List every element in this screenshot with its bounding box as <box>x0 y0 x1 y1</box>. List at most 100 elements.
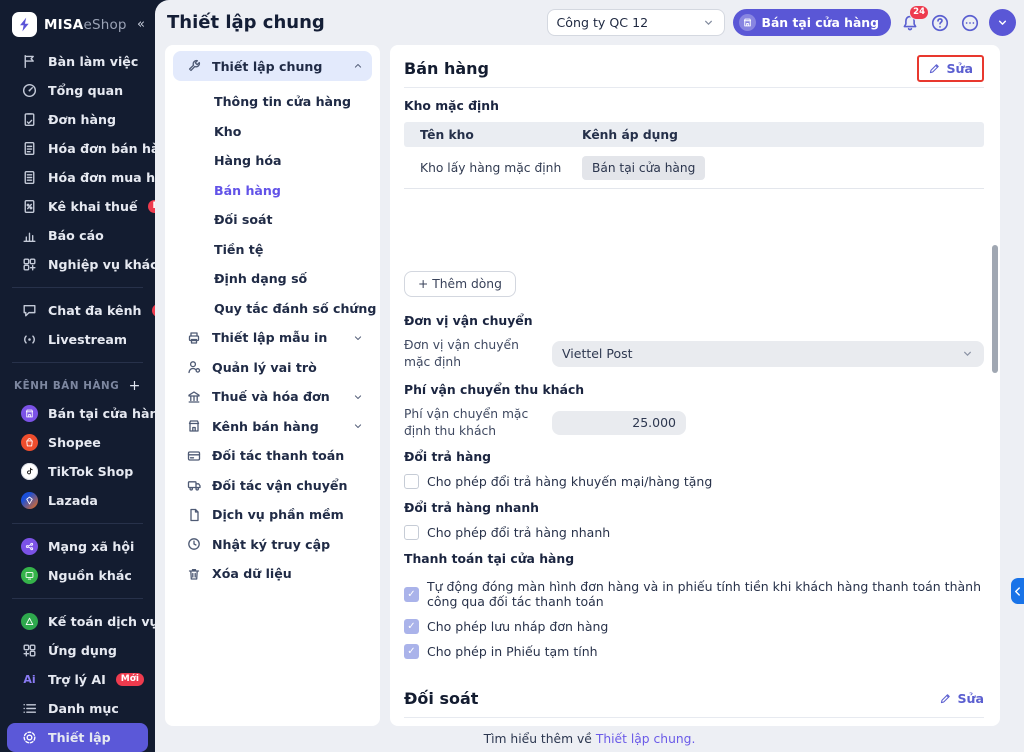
sidebar-item-ke-toan-dich-vu[interactable]: Kế toán dịch vụ <box>7 607 155 636</box>
sidebar-item-danh-muc[interactable]: Danh mục <box>7 694 148 723</box>
notifications-bell-icon[interactable]: 24 <box>899 4 929 34</box>
item-icon <box>21 256 38 273</box>
shipping-carrier-select[interactable]: Viettel Post <box>552 340 984 367</box>
divider <box>12 362 143 364</box>
item-label: Quản lý vai trò <box>212 359 317 375</box>
brand: MISAeShop « <box>0 8 155 47</box>
sidebar-item-livestream[interactable]: Livestream <box>7 325 148 354</box>
edit-reconciliation-button[interactable]: Sửa <box>939 691 984 706</box>
item-label: Tiền tệ <box>214 241 264 257</box>
section-label: KÊNH BÁN HÀNG <box>14 380 120 393</box>
settings-item-quy-tac-danh-so-chung-tu[interactable]: Quy tắc đánh số chứng từ <box>173 294 380 324</box>
settings-item-thiet-lap-chung[interactable]: Thiết lập chung <box>173 51 372 81</box>
vertical-scrollbar[interactable] <box>992 245 998 373</box>
item-icon <box>21 82 38 99</box>
divider <box>404 717 984 719</box>
item-icon <box>21 462 38 480</box>
pencil-icon <box>930 63 940 73</box>
checkbox-print-provisional[interactable] <box>404 644 419 660</box>
item-label: Kế toán dịch vụ <box>48 613 155 629</box>
sidebar-item-hoa-don-mua-hang[interactable]: Hóa đơn mua hàng <box>7 163 155 192</box>
shipping-fee-input[interactable] <box>552 410 686 435</box>
item-badge: Mới <box>147 200 155 214</box>
checkbox-label: Cho phép in Phiếu tạm tính <box>427 644 598 660</box>
footer-link[interactable]: Thiết lập chung. <box>596 732 696 746</box>
sidebar-item-shopee[interactable]: Shopee <box>7 428 148 457</box>
item-icon <box>186 448 202 464</box>
more-options-icon[interactable] <box>959 12 981 34</box>
collapse-panel-handle[interactable] <box>1011 578 1024 604</box>
sidebar-item-don-hang[interactable]: Đơn hàng <box>7 105 148 134</box>
item-label: Thiết lập chung <box>212 58 323 74</box>
checkbox-quick-returns[interactable] <box>404 525 419 541</box>
settings-item-hang-hoa[interactable]: Hàng hóa <box>173 146 372 176</box>
channel-button[interactable]: Bán tại cửa hàng <box>732 9 891 36</box>
settings-item-thiet-lap-mau-in[interactable]: Thiết lập mẫu in <box>173 323 372 353</box>
app-root: MISAeShop « Bàn làm việc Tổng quan Đơn h… <box>0 0 1024 752</box>
settings-item-ban-hang[interactable]: Bán hàng <box>173 176 372 206</box>
sidebar-item-tro-ly-ai[interactable]: Ai Trợ lý AI Mới <box>7 665 148 694</box>
settings-item-doi-tac-van-chuyen[interactable]: Đối tác vận chuyển <box>173 471 372 501</box>
sidebar-item-bao-cao[interactable]: Báo cáo <box>7 221 148 250</box>
settings-item-dinh-dang-so[interactable]: Định dạng số <box>173 264 372 294</box>
sidebar-item-ban-lam-viec[interactable]: Bàn làm việc <box>7 47 148 76</box>
sidebar-collapse-button[interactable]: « <box>137 17 145 32</box>
settings-item-xoa-du-lieu[interactable]: Xóa dữ liệu <box>173 559 372 589</box>
item-icon <box>21 729 38 746</box>
sidebar-item-ung-dung[interactable]: Ứng dụng <box>7 636 148 665</box>
sidebar-item-ban-tai-cua-hang[interactable]: Bán tại cửa hàng <box>7 399 155 428</box>
checkbox-save-draft-order[interactable] <box>404 619 419 635</box>
add-channel-button[interactable]: + <box>129 378 141 394</box>
checkbox-label: Cho phép đổi trả hàng khuyến mại/hàng tặ… <box>427 474 713 490</box>
sidebar-item-nghiep-vu-khac[interactable]: Nghiệp vụ khác <box>7 250 155 279</box>
settings-item-kho[interactable]: Kho <box>173 117 372 147</box>
item-badge: Mới <box>115 673 145 687</box>
column-header-ten-kho: Tên kho <box>420 127 474 142</box>
edit-sales-button[interactable]: Sửa <box>928 61 973 76</box>
primary-nav: Bàn làm việc Tổng quan Đơn hàng Hóa đơn … <box>0 47 155 752</box>
warehouse-name: Kho lấy hàng mặc định <box>420 160 562 175</box>
sidebar-item-tong-quan[interactable]: Tổng quan <box>7 76 148 105</box>
column-header-kenh-ap-dung: Kênh áp dụng <box>582 127 678 142</box>
item-label: Bàn làm việc <box>48 54 139 70</box>
settings-item-quan-ly-vai-tro[interactable]: Quản lý vai trò <box>173 353 372 383</box>
misa-logo-icon <box>12 12 37 37</box>
settings-item-dich-vu-phan-mem[interactable]: Dịch vụ phần mềm <box>173 500 372 530</box>
item-icon <box>186 477 202 493</box>
item-label: Kho <box>214 123 242 139</box>
sidebar-item-thiet-lap[interactable]: Thiết lập <box>7 723 148 752</box>
checkbox-returns-promo[interactable] <box>404 474 419 490</box>
settings-item-doi-soat[interactable]: Đối soát <box>173 205 372 235</box>
settings-item-kenh-ban-hang[interactable]: Kênh bán hàng <box>173 412 372 442</box>
section-header: KÊNH BÁN HÀNG + <box>0 373 155 399</box>
sidebar-item-tiktok-shop[interactable]: TikTok Shop <box>7 457 148 486</box>
item-icon <box>21 566 38 584</box>
checkbox-auto-close-order[interactable] <box>404 586 419 602</box>
sidebar-item-ke-khai-thue[interactable]: Kê khai thuế Mới <box>7 192 155 221</box>
footer: Tìm hiểu thêm về Thiết lập chung. <box>155 726 1024 752</box>
settings-item-tien-te[interactable]: Tiền tệ <box>173 235 372 265</box>
company-selector[interactable]: Công ty QC 12 <box>546 9 725 36</box>
settings-item-nhat-ky-truy-cap[interactable]: Nhật ký truy cập <box>173 530 372 560</box>
checkbox-label: Cho phép lưu nháp đơn hàng <box>427 619 609 635</box>
settings-item-thue-va-hoa-don[interactable]: Thuế và hóa đơn <box>173 382 372 412</box>
item-icon <box>21 491 38 509</box>
sidebar-item-mang-xa-hoi[interactable]: Mạng xã hội <box>7 532 148 561</box>
settings-item-doi-tac-thanh-toan[interactable]: Đối tác thanh toán <box>173 441 372 471</box>
item-label: Bán hàng <box>214 182 281 198</box>
add-row-button[interactable]: + Thêm dòng <box>404 271 516 297</box>
item-label: Danh mục <box>48 701 119 717</box>
settings-item-thong-tin-cua-hang[interactable]: Thông tin cửa hàng <box>173 87 372 117</box>
sidebar-item-nguon-khac[interactable]: Nguồn khác <box>7 561 148 590</box>
item-icon: Ai <box>23 673 36 687</box>
item-icon <box>21 140 38 157</box>
item-label: Hóa đơn bán hàng <box>48 141 155 157</box>
sidebar-item-hoa-don-ban-hang[interactable]: Hóa đơn bán hàng <box>7 134 155 163</box>
section-title-sales: Bán hàng <box>404 58 489 78</box>
pencil-icon <box>941 694 951 703</box>
sidebar-item-lazada[interactable]: Lazada <box>7 486 148 515</box>
item-icon <box>21 642 38 659</box>
sidebar-item-chat-da-kenh[interactable]: Chat đa kênh 99+ <box>7 296 155 325</box>
help-icon[interactable] <box>929 12 951 34</box>
user-avatar[interactable] <box>989 9 1016 36</box>
